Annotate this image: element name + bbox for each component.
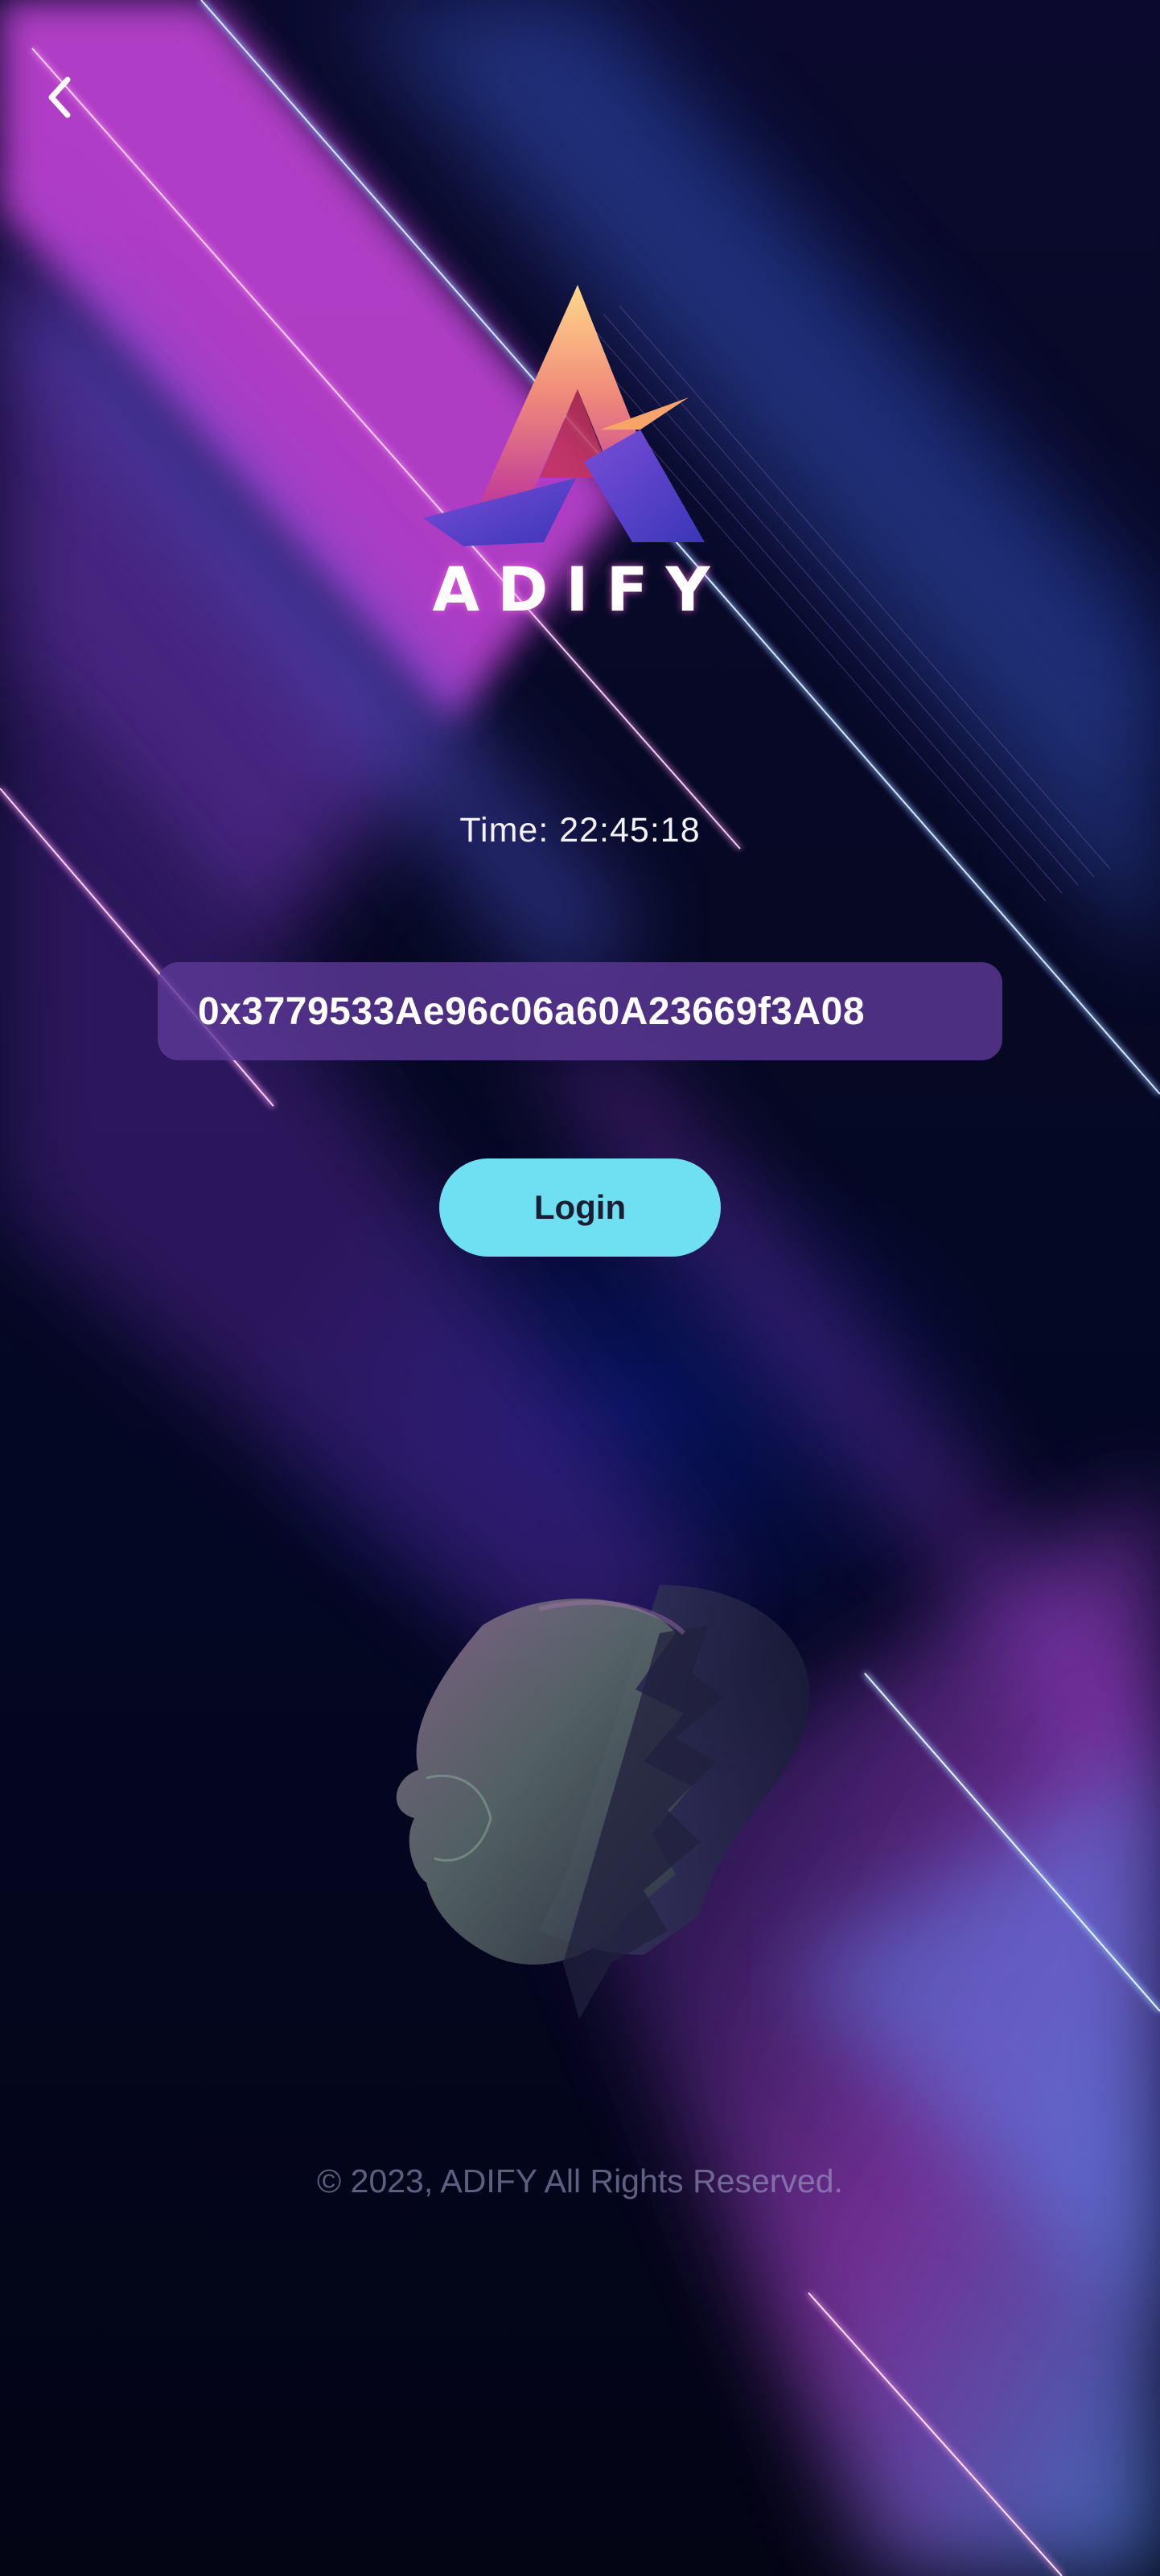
chevron-left-icon bbox=[48, 76, 71, 118]
login-button[interactable]: Login bbox=[439, 1158, 721, 1257]
logo-wordmark: ADIFY bbox=[432, 553, 727, 623]
wallet-address-field[interactable]: 0x3779533Ae96c06a60A23669f3A08 bbox=[158, 962, 1002, 1060]
login-screen: ADIFY ADIFY Time: 22:45:18 0x3779533Ae96… bbox=[0, 0, 1160, 2576]
wallet-address-text: 0x3779533Ae96c06a60A23669f3A08 bbox=[198, 990, 866, 1033]
ai-head-illustration bbox=[396, 1585, 810, 2019]
back-button[interactable] bbox=[37, 69, 82, 126]
adify-logo: ADIFY ADIFY bbox=[423, 285, 727, 623]
copyright-footer: © 2023, ADIFY All Rights Reserved. bbox=[317, 2162, 843, 2199]
login-time: Time: 22:45:18 bbox=[459, 811, 701, 850]
